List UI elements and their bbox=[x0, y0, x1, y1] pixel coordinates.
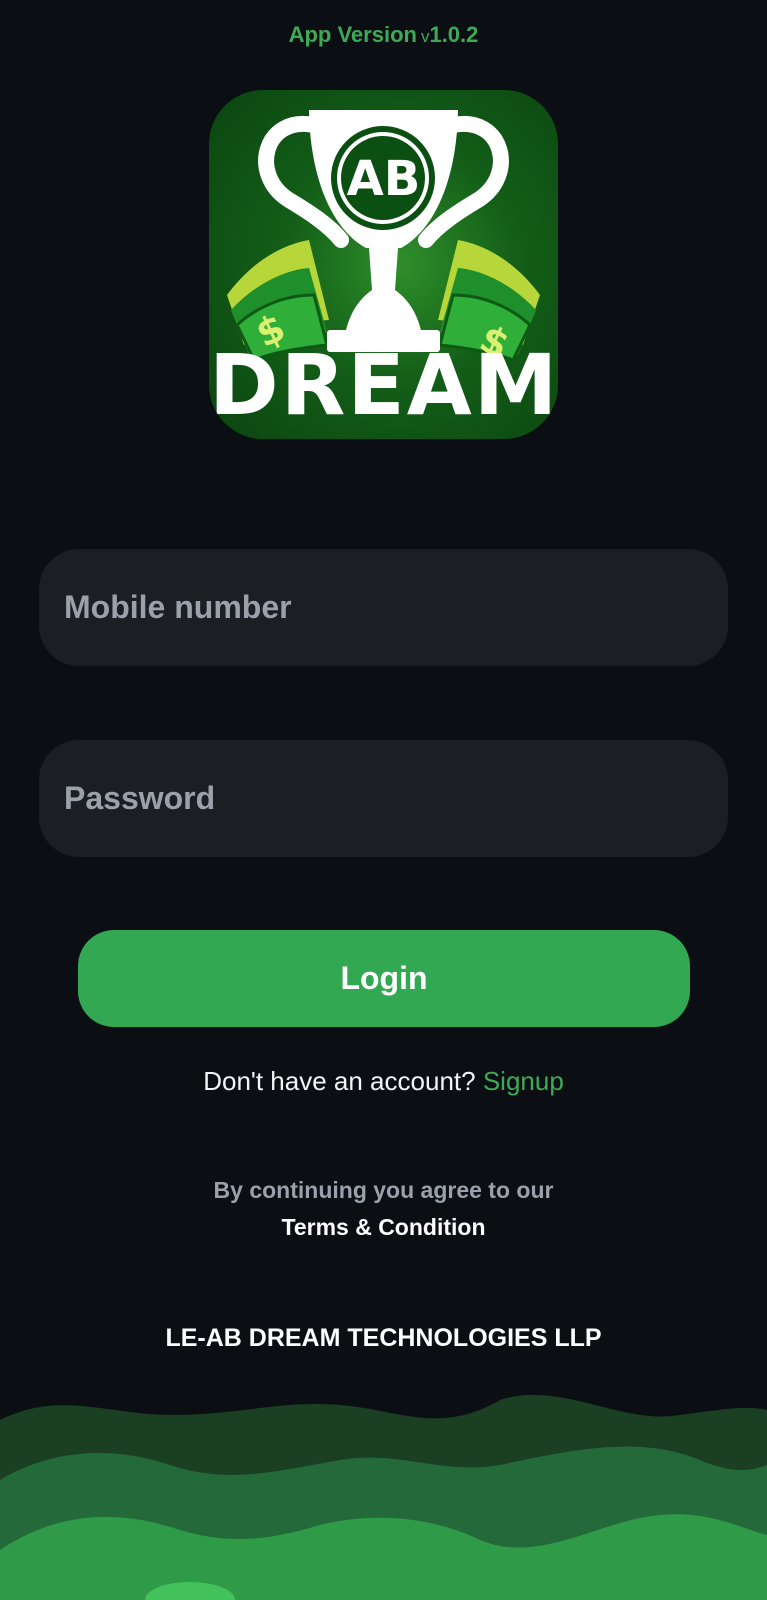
logo-brand-text: DREAM bbox=[209, 336, 558, 434]
signup-link[interactable]: Signup bbox=[483, 1066, 564, 1096]
app-logo: $ $ AB DREAM bbox=[209, 90, 558, 439]
logo-badge-text: AB bbox=[346, 151, 421, 207]
terms-link[interactable]: Terms & Condition bbox=[0, 1214, 767, 1241]
mobile-number-field[interactable] bbox=[39, 549, 728, 666]
terms-intro-text: By continuing you agree to our bbox=[213, 1177, 554, 1203]
wave-front bbox=[0, 1514, 767, 1600]
app-version-number: 1.0.2 bbox=[429, 22, 479, 47]
app-version: App Version v1.0.2 bbox=[0, 22, 767, 48]
company-name: LE-AB DREAM TECHNOLOGIES LLP bbox=[165, 1324, 602, 1352]
decorative-waves bbox=[0, 1394, 767, 1600]
mobile-number-input[interactable] bbox=[64, 549, 728, 666]
signup-prompt: Don't have an account? Signup bbox=[0, 1066, 767, 1097]
app-version-label: App Version bbox=[288, 22, 417, 47]
password-input[interactable] bbox=[64, 740, 728, 857]
password-field[interactable] bbox=[39, 740, 728, 857]
login-button[interactable]: Login bbox=[78, 930, 690, 1027]
signup-prompt-text: Don't have an account? bbox=[203, 1066, 476, 1096]
login-screen: App Version v1.0.2 $ $ AB DREAM Mobile n… bbox=[0, 0, 767, 1600]
